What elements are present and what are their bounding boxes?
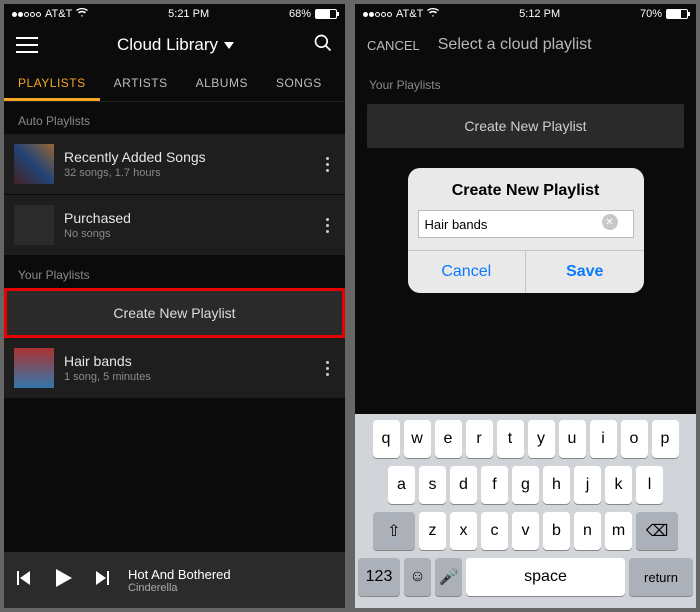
key-g[interactable]: g [512,466,539,504]
key-k[interactable]: k [605,466,632,504]
playlist-subtitle: No songs [64,228,309,240]
list-item[interactable]: Recently Added Songs 32 songs, 1.7 hours [4,134,345,195]
more-icon[interactable] [319,361,335,376]
key-y[interactable]: y [528,420,555,458]
tab-playlists[interactable]: PLAYLISTS [4,66,100,101]
key-w[interactable]: w [404,420,431,458]
key-r[interactable]: r [466,420,493,458]
create-playlist-button[interactable]: Create New Playlist [367,104,684,148]
your-playlists-label: Your Playlists [355,66,696,98]
keyboard-row: ⇧ zxcvbnm ⌫ [358,512,693,550]
track-artist: Cinderella [128,582,231,594]
key-o[interactable]: o [621,420,648,458]
tab-songs[interactable]: SONGS [262,66,336,101]
list-item[interactable]: Purchased No songs [4,195,345,256]
key-z[interactable]: z [419,512,446,550]
key-i[interactable]: i [590,420,617,458]
nav-bar: CANCEL Select a cloud playlist [355,24,696,66]
nav-bar: Cloud Library [4,24,345,66]
battery-icon [666,9,688,19]
cancel-button[interactable]: CANCEL [367,38,420,53]
keyboard-row: 123 ☺ 🎤 space return [358,558,693,596]
more-icon[interactable] [319,218,335,233]
playlist-title: Recently Added Songs [64,149,309,165]
keyboard-row: qwertyuiop [358,420,693,458]
album-art [14,348,54,388]
your-playlists-label: Your Playlists [4,256,345,288]
chevron-down-icon [224,42,234,49]
tab-albums[interactable]: ALBUMS [182,66,262,101]
key-u[interactable]: u [559,420,586,458]
dialog-cancel-button[interactable]: Cancel [408,251,526,293]
key-x[interactable]: x [450,512,477,550]
album-art [14,144,54,184]
playlist-title: Purchased [64,210,309,226]
battery-icon [315,9,337,19]
key-m[interactable]: m [605,512,632,550]
status-bar: AT&T 5:21 PM 68% [4,4,345,24]
shift-key[interactable]: ⇧ [373,512,415,550]
clock: 5:21 PM [168,8,209,20]
key-h[interactable]: h [543,466,570,504]
signal-dots [12,12,41,17]
auto-playlists-label: Auto Playlists [4,102,345,134]
create-playlist-dialog: Create New Playlist Cancel Save [408,168,644,293]
key-q[interactable]: q [373,420,400,458]
list-item[interactable]: Hair bands 1 song, 5 minutes [4,338,345,399]
playlist-title: Hair bands [64,353,309,369]
dialog-title: Create New Playlist [408,168,644,210]
carrier-label: AT&T [45,8,72,20]
numbers-key[interactable]: 123 [358,558,400,596]
key-t[interactable]: t [497,420,524,458]
page-title-dropdown[interactable]: Cloud Library [117,35,234,55]
phone-left: AT&T 5:21 PM 68% Cloud Library PLAYLISTS… [4,4,345,608]
next-icon[interactable] [92,569,110,592]
key-v[interactable]: v [512,512,539,550]
key-s[interactable]: s [419,466,446,504]
more-icon[interactable] [319,157,335,172]
signal-dots [363,12,392,17]
tab-bar: PLAYLISTS ARTISTS ALBUMS SONGS [4,66,345,102]
wifi-icon [76,8,88,21]
status-bar: AT&T 5:12 PM 70% [355,4,696,24]
create-playlist-button[interactable]: Create New Playlist [4,288,345,338]
clear-input-icon[interactable] [602,210,622,238]
playlist-subtitle: 1 song, 5 minutes [64,371,309,383]
phone-right: AT&T 5:12 PM 70% CANCEL Select a cloud p… [355,4,696,608]
play-icon[interactable] [52,567,74,594]
now-playing-bar[interactable]: Hot And Bothered Cinderella [4,552,345,608]
track-title: Hot And Bothered [128,567,231,582]
key-d[interactable]: d [450,466,477,504]
key-e[interactable]: e [435,420,462,458]
page-title: Select a cloud playlist [438,36,592,54]
space-key[interactable]: space [466,558,625,596]
key-n[interactable]: n [574,512,601,550]
keyboard: qwertyuiop asdfghjkl ⇧ zxcvbnm ⌫ 123 ☺ 🎤… [355,414,696,608]
mic-key[interactable]: 🎤 [435,558,462,596]
search-icon[interactable] [313,33,333,58]
album-art [14,205,54,245]
prev-icon[interactable] [16,569,34,592]
key-c[interactable]: c [481,512,508,550]
carrier-label: AT&T [396,8,423,20]
key-j[interactable]: j [574,466,601,504]
page-title: Cloud Library [117,35,218,55]
clock: 5:12 PM [519,8,560,20]
tab-artists[interactable]: ARTISTS [100,66,182,101]
key-a[interactable]: a [388,466,415,504]
wifi-icon [427,8,439,21]
keyboard-row: asdfghjkl [358,466,693,504]
menu-icon[interactable] [16,37,38,53]
key-f[interactable]: f [481,466,508,504]
key-p[interactable]: p [652,420,679,458]
return-key[interactable]: return [629,558,693,596]
dialog-save-button[interactable]: Save [525,251,644,293]
emoji-key[interactable]: ☺ [404,558,431,596]
playlist-subtitle: 32 songs, 1.7 hours [64,167,309,179]
battery-pct: 68% [289,8,311,20]
key-b[interactable]: b [543,512,570,550]
battery-pct: 70% [640,8,662,20]
backspace-key[interactable]: ⌫ [636,512,678,550]
key-l[interactable]: l [636,466,663,504]
